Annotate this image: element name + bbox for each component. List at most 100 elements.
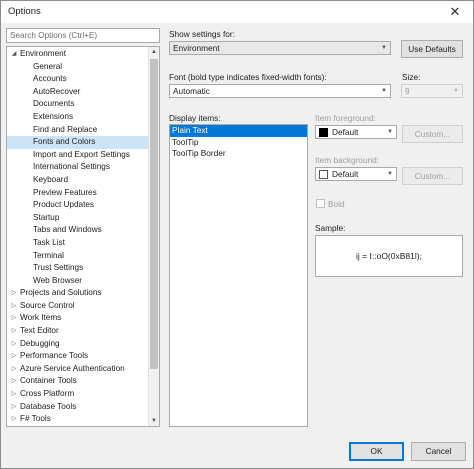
tree-item-find-and-replace[interactable]: Find and Replace <box>7 124 149 137</box>
options-dialog: Options ✕ ◢EnvironmentGeneralAccountsAut… <box>0 0 474 469</box>
ok-button[interactable]: OK <box>349 442 404 461</box>
item-foreground-value: Default <box>332 127 359 137</box>
tree-item-label: Container Tools <box>20 376 77 386</box>
chevron-right-icon[interactable]: ▷ <box>10 325 18 338</box>
chevron-right-icon[interactable]: ▷ <box>10 300 18 313</box>
chevron-down-icon[interactable]: ◢ <box>10 48 18 61</box>
tree-scrollbar[interactable]: ▲ ▼ <box>148 47 159 426</box>
tree-item-debugging[interactable]: ▷ Debugging <box>7 338 149 351</box>
use-defaults-button[interactable]: Use Defaults <box>401 40 463 58</box>
tree-item-label: Import and Export Settings <box>33 149 130 159</box>
item-foreground-combo[interactable]: Default ▼ <box>315 125 397 139</box>
custom-foreground-button[interactable]: Custom... <box>402 125 463 143</box>
tree-item-f-tools[interactable]: ▷ F# Tools <box>7 413 149 426</box>
background-swatch <box>319 170 328 179</box>
tree-item-label: Find and Replace <box>33 124 98 134</box>
item-foreground-label: Item foreground: <box>315 113 376 123</box>
tree-list: ◢ Environment General Accounts AutoRecover Do… <box>7 48 149 426</box>
tree-item-label: Startup <box>33 212 60 222</box>
tree-item-label: Web Browser <box>33 275 82 285</box>
tree-item-documents[interactable]: Documents <box>7 98 149 111</box>
tree-item-work-items[interactable]: ▷ Work Items <box>7 312 149 325</box>
tree-item-fonts-and-colors[interactable]: Fonts and Colors <box>7 136 149 149</box>
title-bar: Options ✕ <box>1 1 473 23</box>
tree-item-label: Extensions <box>33 111 74 121</box>
cancel-button[interactable]: Cancel <box>411 442 466 461</box>
search-input[interactable] <box>7 29 159 42</box>
dropdown-arrow-icon: ▼ <box>453 88 459 94</box>
tree-item-performance-tools[interactable]: ▷ Performance Tools <box>7 350 149 363</box>
tree-item-label: Accounts <box>33 74 67 84</box>
tree-item-label: Text Editor <box>20 326 59 336</box>
tree-item-international-settings[interactable]: International Settings <box>7 161 149 174</box>
search-box[interactable] <box>6 28 160 43</box>
tree-item-accounts[interactable]: Accounts <box>7 73 149 86</box>
font-combo[interactable]: Automatic ▼ <box>169 84 391 98</box>
tree-item-container-tools[interactable]: ▷ Container Tools <box>7 375 149 388</box>
tree-item-trust-settings[interactable]: Trust Settings <box>7 262 149 275</box>
tree-item-label: General <box>33 61 63 71</box>
tree-item-terminal[interactable]: Terminal <box>7 250 149 263</box>
tree-item-projects-and-solutions[interactable]: ▷ Projects and Solutions <box>7 287 149 300</box>
chevron-right-icon[interactable]: ▷ <box>10 363 18 376</box>
tree-item-label: Source Control <box>20 300 75 310</box>
custom-background-button[interactable]: Custom... <box>402 167 463 185</box>
scroll-thumb[interactable] <box>150 59 158 369</box>
display-item-tooltip[interactable]: ToolTip <box>170 137 307 149</box>
chevron-right-icon[interactable]: ▷ <box>10 287 18 300</box>
tree-item-label: AutoRecover <box>33 86 81 96</box>
chevron-right-icon[interactable]: ▷ <box>10 401 18 414</box>
tree-item-tabs-and-windows[interactable]: Tabs and Windows <box>7 224 149 237</box>
tree-item-label: Documents <box>33 99 75 109</box>
tree-item-general[interactable]: General <box>7 61 149 74</box>
size-value: 9 <box>405 86 410 96</box>
tree-item-label: Environment <box>20 49 66 58</box>
chevron-right-icon[interactable]: ▷ <box>10 375 18 388</box>
chevron-right-icon[interactable]: ▷ <box>10 350 18 363</box>
tree-item-task-list[interactable]: Task List <box>7 237 149 250</box>
display-item-plain-text[interactable]: Plain Text <box>170 125 307 137</box>
scroll-down-icon[interactable]: ▼ <box>149 416 159 426</box>
tree-item-startup[interactable]: Startup <box>7 212 149 225</box>
show-settings-value: Environment <box>173 43 220 53</box>
tree-item-web-browser[interactable]: Web Browser <box>7 275 149 288</box>
tree-item-cross-platform[interactable]: ▷ Cross Platform <box>7 388 149 401</box>
tree-item-import-and-export-settings[interactable]: Import and Export Settings <box>7 149 149 162</box>
chevron-right-icon[interactable]: ▷ <box>10 413 18 426</box>
display-items-label: Display items: <box>169 113 221 123</box>
close-button[interactable]: ✕ <box>445 3 465 21</box>
chevron-right-icon[interactable]: ▷ <box>10 312 18 325</box>
chevron-right-icon[interactable]: ▷ <box>10 338 18 351</box>
font-value: Automatic <box>173 86 210 96</box>
tree-item-azure-service-authentication[interactable]: ▷ Azure Service Authentication <box>7 363 149 376</box>
sample-preview: ij = I::oO(0xB81l); <box>315 235 463 277</box>
tree-item-label: Projects and Solutions <box>20 288 102 298</box>
tree-item-environment[interactable]: ◢ Environment <box>7 48 149 61</box>
tree-item-product-updates[interactable]: Product Updates <box>7 199 149 212</box>
options-tree[interactable]: ◢ Environment General Accounts AutoRecover Do… <box>6 46 160 427</box>
show-settings-combo[interactable]: Environment ▼ <box>169 41 391 55</box>
chevron-right-icon[interactable]: ▷ <box>10 388 18 401</box>
size-combo[interactable]: 9 ▼ <box>401 84 463 98</box>
size-label: Size: <box>402 72 421 82</box>
dropdown-arrow-icon: ▼ <box>381 45 387 51</box>
tree-item-database-tools[interactable]: ▷ Database Tools <box>7 401 149 414</box>
item-background-label: Item background: <box>315 155 380 165</box>
tree-item-extensions[interactable]: Extensions <box>7 111 149 124</box>
tree-item-label: Fonts and Colors <box>33 137 96 147</box>
display-items-list[interactable]: Plain Text ToolTip ToolTip Border <box>169 124 308 427</box>
tree-item-source-control[interactable]: ▷ Source Control <box>7 300 149 313</box>
tree-item-label: Preview Features <box>33 187 97 197</box>
bold-checkbox[interactable] <box>316 199 325 208</box>
tree-item-text-editor[interactable]: ▷ Text Editor <box>7 325 149 338</box>
tree-item-label: Task List <box>33 237 65 247</box>
tree-item-autorecover[interactable]: AutoRecover <box>7 86 149 99</box>
display-item-tooltip-border[interactable]: ToolTip Border <box>170 148 307 160</box>
item-background-combo[interactable]: Default ▼ <box>315 167 397 181</box>
tree-item-keyboard[interactable]: Keyboard <box>7 174 149 187</box>
scroll-up-icon[interactable]: ▲ <box>149 47 159 57</box>
tree-item-label: International Settings <box>33 162 110 172</box>
tree-item-label: Keyboard <box>33 174 69 184</box>
item-background-value: Default <box>332 169 359 179</box>
tree-item-preview-features[interactable]: Preview Features <box>7 187 149 200</box>
